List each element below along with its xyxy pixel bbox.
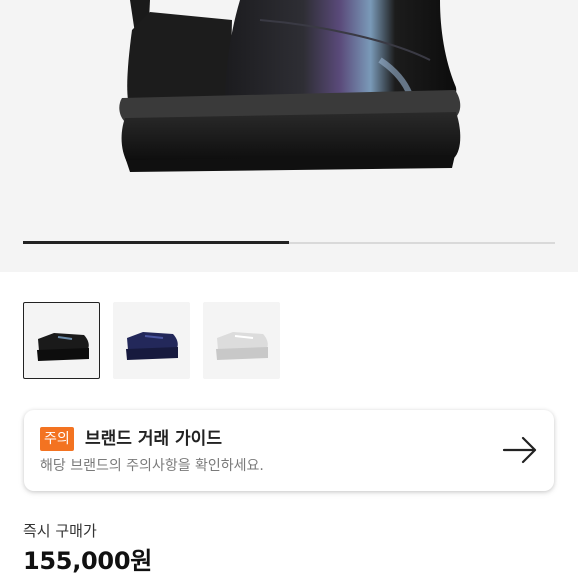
boot-black-thumbnail [37, 333, 89, 361]
arrow-right-icon[interactable] [502, 435, 538, 465]
boot-navy-thumbnail [126, 332, 178, 360]
brand-guide-banner[interactable]: 주의 브랜드 거래 가이드 해당 브랜드의 주의사항을 확인하세요. [24, 410, 554, 491]
thumbnail-strip [23, 302, 563, 382]
thumbnail-black[interactable] [23, 302, 100, 379]
caution-badge: 주의 [40, 427, 74, 451]
gallery-progress-fill [23, 241, 289, 244]
guide-subtitle: 해당 브랜드의 주의사항을 확인하세요. [40, 458, 264, 474]
gallery-progress-bar [23, 241, 555, 244]
instant-buy-label: 즉시 구매가 [23, 522, 97, 540]
instant-buy-price: 155,000원 [23, 547, 152, 575]
boot-silver-thumbnail [216, 332, 268, 360]
thumbnail-navy[interactable] [113, 302, 190, 379]
guide-title: 브랜드 거래 가이드 [85, 429, 222, 449]
product-image [119, 0, 461, 172]
thumbnail-silver[interactable] [203, 302, 280, 379]
product-image-gallery[interactable] [0, 0, 578, 272]
